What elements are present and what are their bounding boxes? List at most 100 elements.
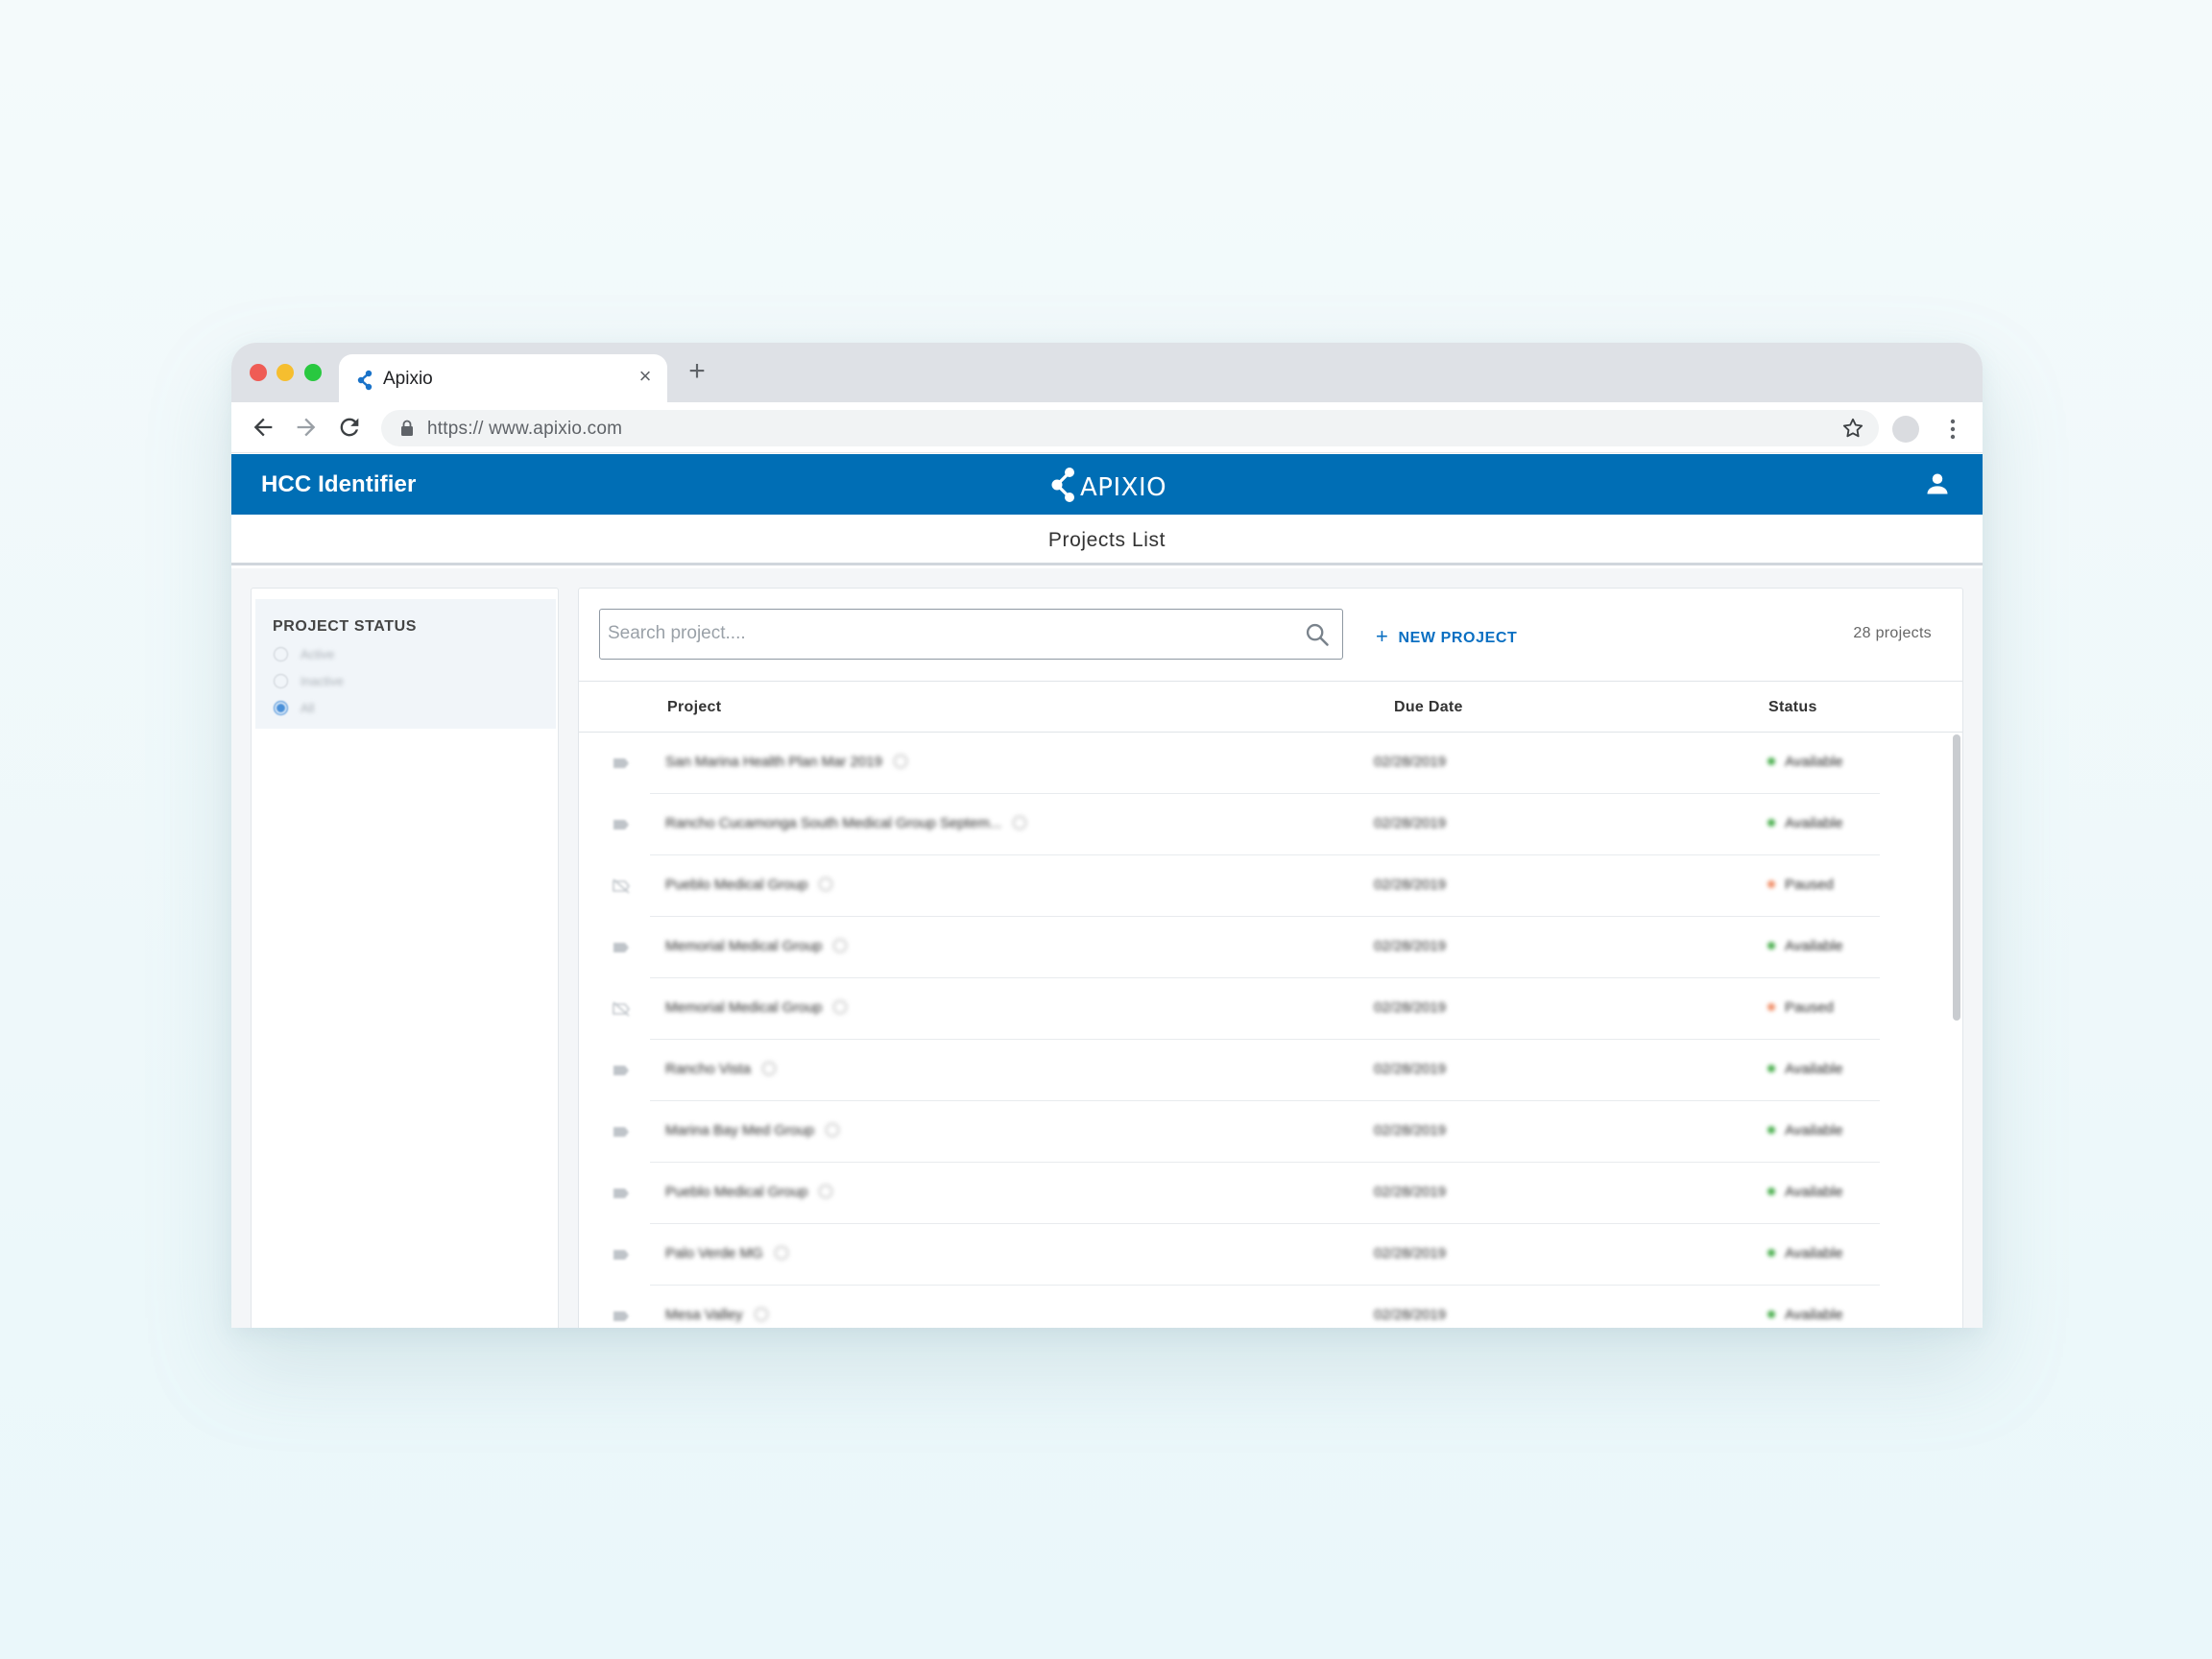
filter-heading: PROJECT STATUS — [273, 618, 418, 635]
tag-icon — [613, 758, 629, 768]
info-icon[interactable] — [893, 755, 907, 768]
status-label: Available — [1785, 754, 1843, 770]
new-project-label: NEW PROJECT — [1398, 630, 1518, 646]
radio-label: Active — [301, 647, 335, 661]
project-name-cell: San Marina Health Plan Mar 2019 — [665, 754, 907, 770]
table-row[interactable]: Rancho Vista 02/28/2019 Available — [579, 1040, 1962, 1101]
info-icon[interactable] — [819, 1185, 833, 1198]
project-name-cell: Memorial Medical Group — [665, 938, 848, 954]
project-name: Marina Bay Med Group — [665, 1122, 815, 1139]
project-name-cell: Memorial Medical Group — [665, 999, 848, 1016]
apixio-logo: APIXIO — [1051, 466, 1166, 504]
project-name: Mesa Valley — [665, 1307, 743, 1323]
browser-tab-bar: Apixio × + — [231, 343, 1983, 404]
table-row[interactable]: San Marina Health Plan Mar 2019 02/28/20… — [579, 733, 1962, 794]
logo-text: APIXIO — [1080, 473, 1167, 502]
lock-icon — [401, 420, 413, 436]
status-dot — [1767, 757, 1775, 765]
project-name-cell: Pueblo Medical Group — [665, 1184, 833, 1200]
status-dot — [1767, 1003, 1775, 1011]
tag-icon — [613, 1189, 629, 1198]
project-name: Pueblo Medical Group — [665, 877, 808, 893]
back-arrow-icon[interactable] — [250, 414, 276, 441]
column-header-status[interactable]: Status — [1768, 699, 1817, 716]
project-name-cell: Rancho Cucamonga South Medical Group Sep… — [665, 815, 1027, 831]
page-title: Projects List — [1047, 529, 1166, 551]
browser-menu-icon[interactable] — [1946, 416, 1960, 443]
tag-icon — [613, 1250, 629, 1260]
radio-button[interactable] — [274, 647, 288, 661]
bookmark-star-icon[interactable] — [1840, 416, 1865, 441]
status-label: Paused — [1785, 999, 1834, 1016]
due-date-cell: 02/28/2019 — [1374, 1122, 1447, 1139]
project-name: Rancho Vista — [665, 1061, 751, 1077]
due-date-cell: 02/28/2019 — [1374, 1061, 1447, 1077]
radio-button-selected[interactable] — [274, 701, 288, 715]
search-input[interactable] — [608, 617, 1280, 650]
forward-arrow-icon[interactable] — [293, 414, 320, 441]
status-label: Available — [1785, 815, 1843, 831]
table-row[interactable]: Mesa Valley 02/28/2019 Available — [579, 1286, 1962, 1328]
maximize-window-button[interactable] — [304, 364, 322, 381]
table-row[interactable]: Memorial Medical Group 02/28/2019 Availa… — [579, 917, 1962, 978]
info-icon[interactable] — [819, 878, 833, 891]
due-date-cell: 02/28/2019 — [1374, 1307, 1447, 1323]
info-icon[interactable] — [761, 1062, 776, 1075]
status-dot — [1767, 1126, 1775, 1134]
info-icon[interactable] — [826, 1123, 840, 1137]
info-icon[interactable] — [1013, 816, 1027, 830]
project-name: Rancho Cucamonga South Medical Group Sep… — [665, 815, 1002, 831]
radio-label: Inactive — [301, 674, 344, 688]
table-row[interactable]: Palo Verde MG 02/28/2019 Available — [579, 1224, 1962, 1286]
project-name-cell: Mesa Valley — [665, 1307, 768, 1323]
table-row[interactable]: Memorial Medical Group 02/28/2019 Paused — [579, 978, 1962, 1040]
search-box[interactable] — [599, 609, 1343, 660]
column-header-due-date[interactable]: Due Date — [1394, 699, 1463, 716]
user-account-icon[interactable] — [1924, 470, 1951, 497]
close-window-button[interactable] — [250, 364, 267, 381]
reload-icon[interactable] — [336, 414, 363, 441]
table-row[interactable]: Pueblo Medical Group 02/28/2019 Paused — [579, 855, 1962, 917]
info-icon[interactable] — [833, 939, 848, 952]
project-count: 28 projects — [1853, 625, 1932, 641]
address-bar[interactable]: https:// www.apixio.com — [381, 410, 1879, 446]
project-name-cell: Rancho Vista — [665, 1061, 776, 1077]
status-cell: Available — [1767, 1122, 1843, 1139]
status-label: Paused — [1785, 877, 1834, 893]
column-header-project[interactable]: Project — [667, 699, 721, 716]
status-cell: Paused — [1767, 999, 1834, 1016]
minimize-window-button[interactable] — [276, 364, 294, 381]
status-cell: Available — [1767, 1307, 1843, 1323]
info-icon[interactable] — [833, 1000, 848, 1014]
status-dot — [1767, 880, 1775, 888]
search-icon[interactable] — [1304, 621, 1331, 648]
status-cell: Available — [1767, 938, 1843, 954]
browser-toolbar: https:// www.apixio.com — [231, 402, 1983, 453]
status-dot — [1767, 1310, 1775, 1318]
table-row[interactable]: Rancho Cucamonga South Medical Group Sep… — [579, 794, 1962, 855]
status-label: Available — [1785, 1061, 1843, 1077]
status-label: Available — [1785, 1184, 1843, 1200]
app-name[interactable]: HCC Identifier — [261, 471, 416, 498]
filter-panel: PROJECT STATUS Active Inactive All — [251, 588, 559, 1328]
table-row[interactable]: Pueblo Medical Group 02/28/2019 Availabl… — [579, 1163, 1962, 1224]
info-icon[interactable] — [754, 1308, 768, 1321]
info-icon[interactable] — [774, 1246, 788, 1260]
plus-icon: + — [1376, 624, 1389, 648]
project-name-cell: Palo Verde MG — [665, 1245, 788, 1262]
new-tab-button[interactable]: + — [683, 357, 711, 386]
due-date-cell: 02/28/2019 — [1374, 1184, 1447, 1200]
status-dot — [1767, 1249, 1775, 1257]
status-cell: Paused — [1767, 877, 1834, 893]
tab-close-icon[interactable]: × — [635, 366, 656, 387]
list-scrollbar[interactable] — [1953, 734, 1960, 1021]
browser-profile-avatar[interactable] — [1892, 416, 1919, 443]
app-header: HCC Identifier APIXIO — [231, 454, 1983, 515]
apixio-favicon-icon — [357, 370, 373, 391]
status-label: Available — [1785, 938, 1843, 954]
table-row[interactable]: Marina Bay Med Group 02/28/2019 Availabl… — [579, 1101, 1962, 1163]
browser-tab[interactable]: Apixio × — [339, 354, 667, 404]
radio-button[interactable] — [274, 674, 288, 688]
new-project-button[interactable]: + NEW PROJECT — [1376, 623, 1517, 648]
browser-window: Apixio × + https:// www.apixio.com HCC I… — [231, 343, 1983, 1328]
